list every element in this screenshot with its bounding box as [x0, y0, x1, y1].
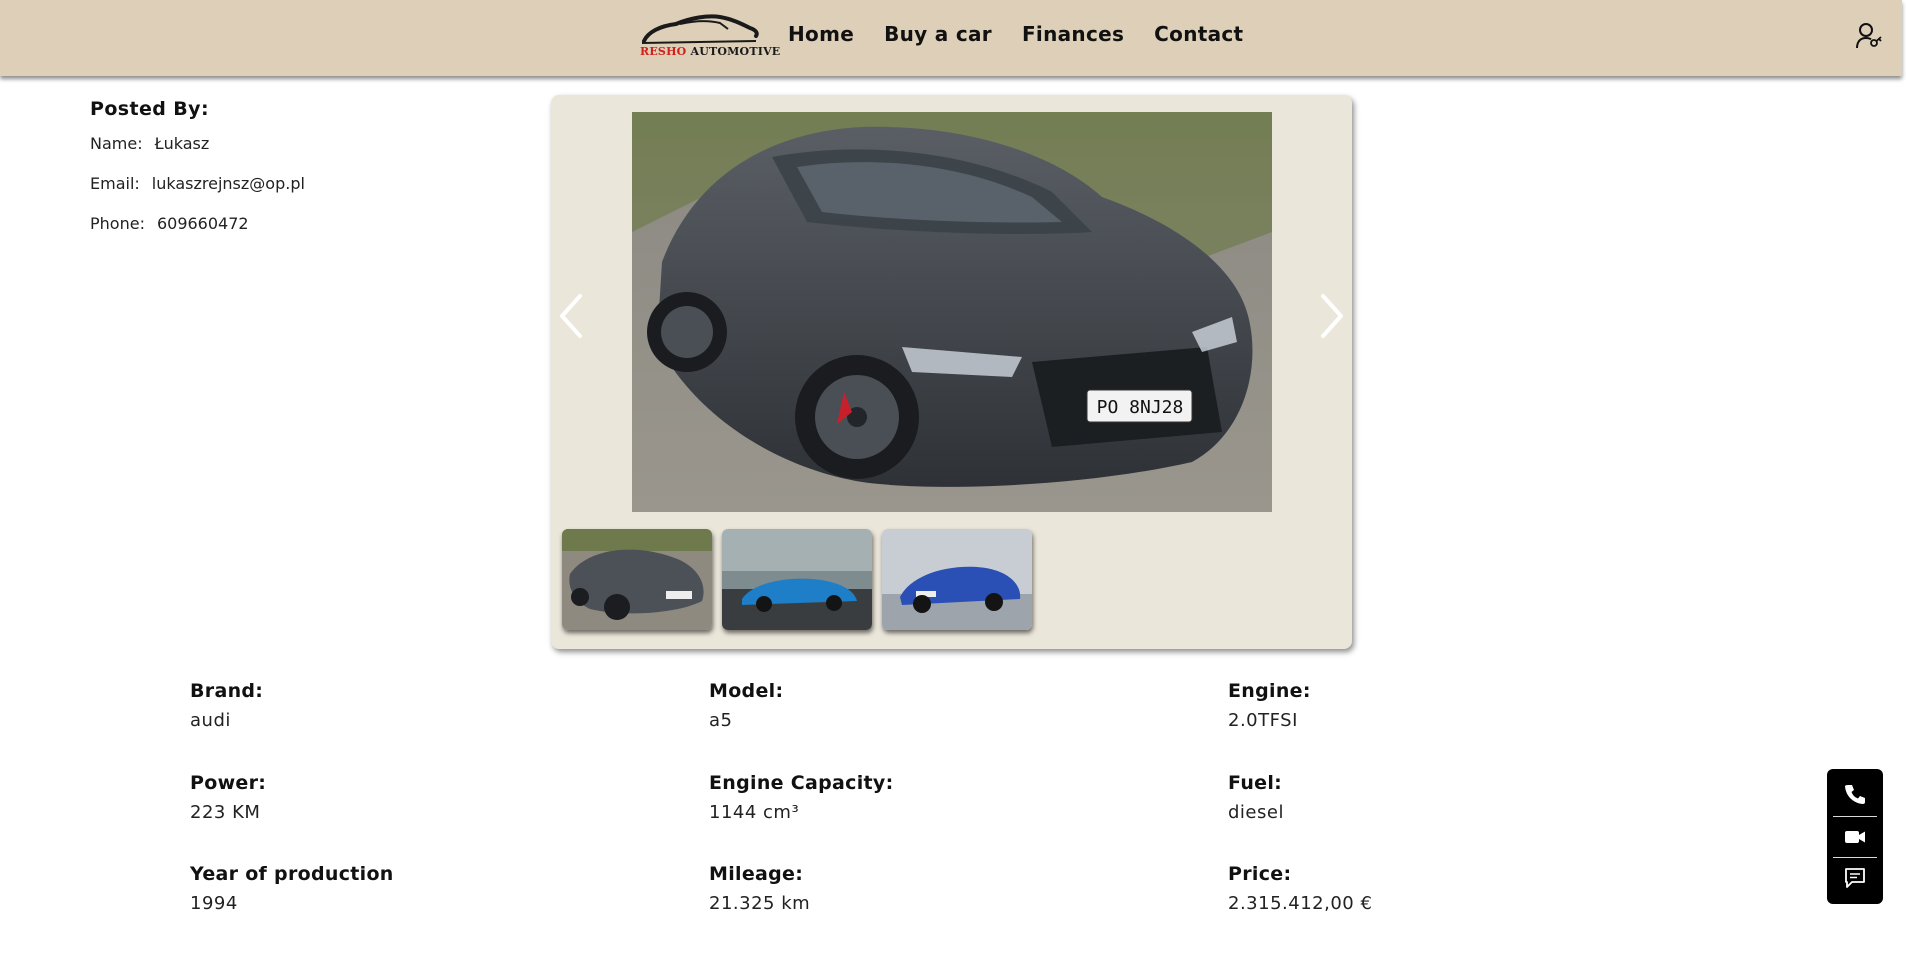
- spec-year-value: 1994: [190, 893, 238, 914]
- spec-mileage: Mileage: 21.325 km: [709, 863, 810, 914]
- spec-engine-capacity-label: Engine Capacity:: [709, 772, 894, 794]
- nav-links: Home Buy a car Finances Contact: [788, 22, 1243, 46]
- chat-icon: [1845, 868, 1865, 888]
- spec-year: Year of production 1994: [190, 863, 394, 914]
- seller-phone-label: Phone:: [90, 214, 145, 233]
- phone-icon: [1845, 785, 1865, 804]
- thumbnail-3[interactable]: [882, 529, 1032, 630]
- spec-power-value: 223 KM: [190, 802, 261, 823]
- seller-email-row: Email: lukaszrejnsz@op.pl: [90, 174, 305, 193]
- posted-by-title: Posted By:: [90, 98, 209, 120]
- nav-finances[interactable]: Finances: [1022, 22, 1124, 46]
- user-key-icon[interactable]: [1856, 22, 1882, 50]
- spec-fuel: Fuel: diesel: [1228, 772, 1284, 823]
- spec-brand: Brand: audi: [190, 680, 263, 731]
- spec-price-label: Price:: [1228, 863, 1292, 885]
- spec-year-label: Year of production: [190, 863, 394, 885]
- spec-price-value: 2.315.412,00 €: [1228, 893, 1373, 914]
- seller-name: Łukasz: [154, 134, 210, 153]
- spec-mileage-value: 21.325 km: [709, 893, 811, 914]
- car-logo-icon: [641, 14, 759, 44]
- seller-phone-row: Phone: 609660472: [90, 214, 305, 233]
- spec-brand-value: audi: [190, 710, 231, 731]
- spec-power-label: Power:: [190, 772, 267, 794]
- seller-name-label: Name:: [90, 134, 143, 153]
- spec-model-label: Model:: [709, 680, 784, 702]
- site-logo[interactable]: RESHO AUTOMOTIVE: [638, 14, 780, 60]
- posted-by-panel: Posted By: Name: Łukasz Email: lukaszrejns…: [90, 98, 305, 254]
- chevron-right-icon[interactable]: [1317, 292, 1347, 340]
- spec-engine: Engine: 2.0TFSI: [1228, 680, 1311, 731]
- spec-mileage-label: Mileage:: [709, 863, 804, 885]
- spec-brand-label: Brand:: [190, 680, 264, 702]
- spec-engine-capacity: Engine Capacity: 1144 cm³: [709, 772, 893, 823]
- logo-text: RESHO AUTOMOTIVE: [640, 45, 780, 58]
- thumbnail-2[interactable]: [722, 529, 872, 630]
- car-gallery: PO 8NJ28: [551, 95, 1352, 649]
- thumbnail-1[interactable]: [562, 529, 712, 630]
- logo-text-red: RESHO: [640, 45, 687, 58]
- main-car-photo: PO 8NJ28: [632, 112, 1272, 512]
- chevron-left-icon[interactable]: [556, 292, 586, 340]
- seller-email: lukaszrejnsz@op.pl: [151, 174, 305, 193]
- seller-email-label: Email:: [90, 174, 140, 193]
- chat-button[interactable]: [1827, 857, 1883, 897]
- seller-phone: 609660472: [156, 214, 249, 233]
- seller-name-row: Name: Łukasz: [90, 134, 305, 153]
- call-button[interactable]: [1827, 773, 1883, 813]
- nav-contact[interactable]: Contact: [1154, 22, 1243, 46]
- video-icon: [1845, 831, 1865, 843]
- spec-fuel-label: Fuel:: [1228, 772, 1283, 794]
- video-call-button[interactable]: [1827, 816, 1883, 856]
- spec-engine-label: Engine:: [1228, 680, 1311, 702]
- spec-model: Model: a5: [709, 680, 783, 731]
- contact-widget: [1827, 769, 1883, 904]
- nav-buy-a-car[interactable]: Buy a car: [884, 22, 992, 46]
- logo-text-black: AUTOMOTIVE: [690, 45, 781, 58]
- spec-price: Price: 2.315.412,00 €: [1228, 863, 1372, 914]
- license-plate: PO 8NJ28: [1097, 397, 1184, 418]
- navbar: RESHO AUTOMOTIVE Home Buy a car Finances…: [0, 0, 1902, 76]
- spec-power: Power: 223 KM: [190, 772, 266, 823]
- spec-engine-capacity-value: 1144 cm³: [709, 802, 800, 823]
- spec-model-value: a5: [709, 710, 733, 731]
- spec-engine-value: 2.0TFSI: [1228, 710, 1298, 731]
- nav-home[interactable]: Home: [788, 22, 854, 46]
- spec-fuel-value: diesel: [1228, 802, 1284, 823]
